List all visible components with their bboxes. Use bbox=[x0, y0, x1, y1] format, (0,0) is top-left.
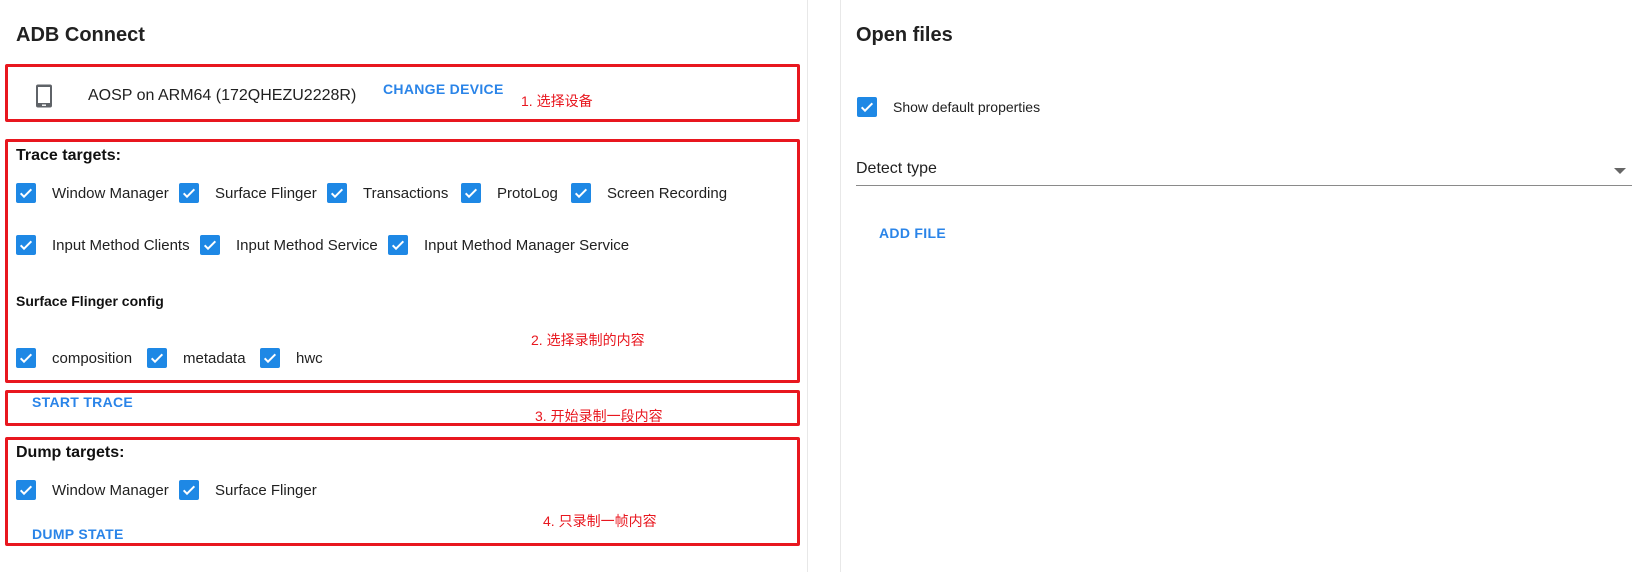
check-icon bbox=[19, 240, 33, 251]
start-trace-button[interactable]: START TRACE bbox=[32, 394, 133, 410]
sf-config-hwc[interactable]: hwc bbox=[260, 348, 323, 368]
checkbox-checked[interactable] bbox=[327, 183, 347, 203]
check-icon bbox=[860, 102, 874, 113]
check-icon bbox=[19, 188, 33, 199]
checkbox-label: hwc bbox=[296, 349, 323, 367]
trace-target-surface-flinger[interactable]: Surface Flinger bbox=[179, 183, 317, 203]
check-icon bbox=[391, 240, 405, 251]
checkbox-checked[interactable] bbox=[388, 235, 408, 255]
annotation-select-content: 2. 选择录制的内容 bbox=[531, 332, 645, 348]
add-file-button[interactable]: ADD FILE bbox=[879, 225, 946, 241]
check-icon bbox=[330, 188, 344, 199]
checkbox-checked[interactable] bbox=[200, 235, 220, 255]
trace-target-input-method-service[interactable]: Input Method Service bbox=[200, 235, 378, 255]
open-files-title: Open files bbox=[856, 24, 953, 46]
checkbox-checked[interactable] bbox=[16, 348, 36, 368]
checkbox-label: Input Method Service bbox=[236, 236, 378, 254]
annotation-select-device: 1. 选择设备 bbox=[521, 93, 593, 109]
trace-targets-title: Trace targets: bbox=[16, 147, 121, 164]
phone-icon bbox=[36, 84, 52, 108]
dump-targets-title: Dump targets: bbox=[16, 444, 125, 461]
checkbox-checked[interactable] bbox=[16, 235, 36, 255]
adb-connect-title: ADB Connect bbox=[16, 24, 145, 46]
checkbox-label: metadata bbox=[183, 349, 246, 367]
dump-target-surface-flinger[interactable]: Surface Flinger bbox=[179, 480, 317, 500]
trace-target-transactions[interactable]: Transactions bbox=[327, 183, 448, 203]
device-label: AOSP on ARM64 (172QHEZU2228R) bbox=[88, 87, 357, 104]
trace-target-window-manager[interactable]: Window Manager bbox=[16, 183, 169, 203]
checkbox-label: Input Method Clients bbox=[52, 236, 190, 254]
check-icon bbox=[574, 188, 588, 199]
check-icon bbox=[464, 188, 478, 199]
check-icon bbox=[263, 353, 277, 364]
chevron-down-icon[interactable] bbox=[1614, 168, 1626, 174]
check-icon bbox=[19, 353, 33, 364]
checkbox-checked[interactable] bbox=[179, 183, 199, 203]
check-icon bbox=[182, 485, 196, 496]
trace-target-screen-recording[interactable]: Screen Recording bbox=[571, 183, 727, 203]
sf-config-composition[interactable]: composition bbox=[16, 348, 132, 368]
checkbox-label: Surface Flinger bbox=[215, 184, 317, 202]
checkbox-checked[interactable] bbox=[16, 183, 36, 203]
checkbox-label: ProtoLog bbox=[497, 184, 558, 202]
checkbox-label: Transactions bbox=[363, 184, 449, 202]
detect-type-select[interactable]: Detect type bbox=[856, 150, 1632, 186]
sf-config-metadata[interactable]: metadata bbox=[147, 348, 246, 368]
checkbox-label: composition bbox=[52, 349, 133, 367]
check-icon bbox=[19, 485, 33, 496]
annotation-start-trace: 3. 开始录制一段内容 bbox=[535, 408, 663, 424]
dump-state-button[interactable]: DUMP STATE bbox=[32, 526, 124, 542]
checkbox-checked[interactable] bbox=[857, 97, 877, 117]
check-icon bbox=[182, 188, 196, 199]
annotation-dump-state: 4. 只录制一帧内容 bbox=[543, 513, 657, 529]
checkbox-checked[interactable] bbox=[571, 183, 591, 203]
checkbox-label: Input Method Manager Service bbox=[424, 236, 630, 254]
checkbox-checked[interactable] bbox=[461, 183, 481, 203]
trace-target-input-method-clients[interactable]: Input Method Clients bbox=[16, 235, 190, 255]
checkbox-checked[interactable] bbox=[147, 348, 167, 368]
checkbox-checked[interactable] bbox=[179, 480, 199, 500]
checkbox-label: Surface Flinger bbox=[215, 481, 317, 499]
checkbox-label: Window Manager bbox=[52, 481, 169, 499]
page: ADB Connect AOSP on ARM64 (172QHEZU2228R… bbox=[0, 0, 1641, 572]
checkbox-label: Window Manager bbox=[52, 184, 169, 202]
dump-target-window-manager[interactable]: Window Manager bbox=[16, 480, 169, 500]
checkbox-checked[interactable] bbox=[16, 480, 36, 500]
checkbox-checked[interactable] bbox=[260, 348, 280, 368]
select-value: Detect type bbox=[856, 160, 937, 177]
open-files-card bbox=[840, 0, 1641, 572]
annotation-box-trace-targets bbox=[5, 139, 800, 383]
checkbox-label: Screen Recording bbox=[607, 184, 728, 202]
show-default-properties-checkbox[interactable]: Show default properties bbox=[857, 97, 1040, 117]
change-device-button[interactable]: CHANGE DEVICE bbox=[383, 81, 504, 97]
check-icon bbox=[150, 353, 164, 364]
check-icon bbox=[203, 240, 217, 251]
trace-target-protolog[interactable]: ProtoLog bbox=[461, 183, 558, 203]
trace-target-input-method-manager-service[interactable]: Input Method Manager Service bbox=[388, 235, 629, 255]
surface-flinger-config-title: Surface Flinger config bbox=[16, 293, 164, 309]
checkbox-label: Show default properties bbox=[893, 99, 1041, 115]
